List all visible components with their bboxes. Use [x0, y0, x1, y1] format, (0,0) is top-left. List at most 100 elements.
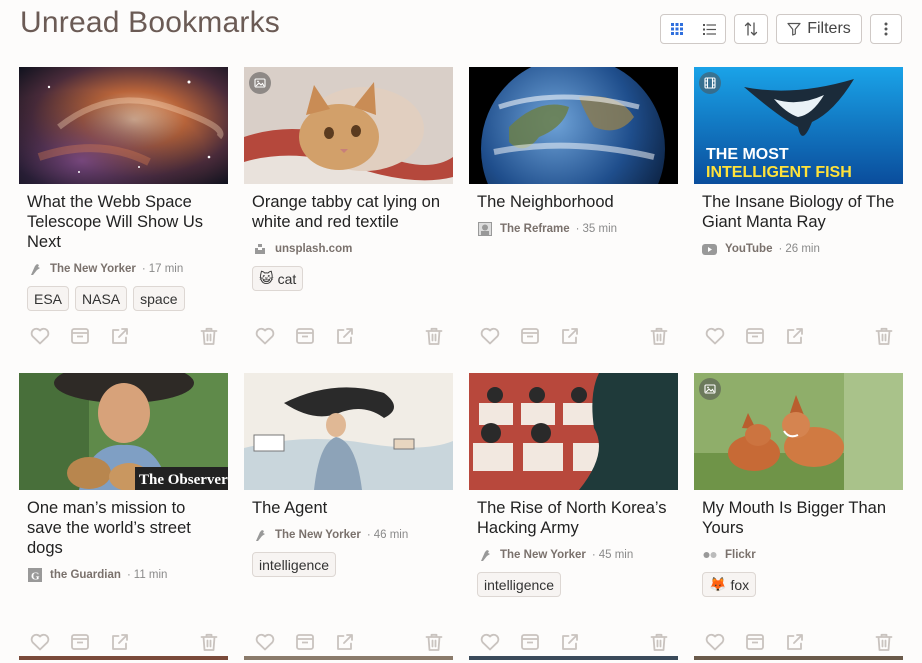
agent-illustration-image — [244, 373, 453, 490]
open-link-button[interactable] — [109, 631, 131, 653]
archive-button[interactable] — [294, 631, 316, 653]
tag-esa[interactable]: ESA — [27, 286, 70, 311]
delete-button[interactable] — [873, 631, 895, 653]
thumb-text-line-2: INTELLIGENT FISH — [706, 164, 852, 181]
card-source[interactable]: the Guardian — [50, 569, 121, 581]
delete-button[interactable] — [873, 325, 895, 347]
card-source[interactable]: The New Yorker — [500, 549, 586, 561]
page-header: Unread Bookmarks Filters — [20, 6, 905, 46]
card-actions — [702, 325, 897, 347]
card-actions — [252, 631, 447, 653]
manta-ray-image: THE MOST INTELLIGENT FISH — [694, 67, 903, 184]
favorite-button[interactable] — [254, 325, 276, 347]
archive-button[interactable] — [744, 631, 766, 653]
card-source[interactable]: The New Yorker — [275, 529, 361, 541]
archive-button[interactable] — [69, 325, 91, 347]
card-title[interactable]: The Insane Biology of The Giant Manta Ra… — [702, 192, 897, 232]
delete-button[interactable] — [648, 631, 670, 653]
favorite-button[interactable] — [254, 631, 276, 653]
card-title[interactable]: What the Webb Space Telescope Will Show … — [27, 192, 222, 252]
card-tags: ESA NASA space — [27, 286, 185, 311]
archive-icon — [744, 325, 766, 347]
youtube-favicon — [702, 242, 717, 257]
card-source[interactable]: The New Yorker — [50, 263, 136, 275]
card-actions — [27, 631, 222, 653]
favorite-button[interactable] — [29, 325, 51, 347]
archive-button[interactable] — [69, 631, 91, 653]
more-options-button[interactable] — [870, 14, 902, 44]
tag-intelligence[interactable]: intelligence — [477, 572, 562, 597]
heart-icon — [704, 325, 726, 347]
card-source[interactable]: YouTube — [725, 243, 772, 255]
archive-button[interactable] — [294, 325, 316, 347]
bookmark-card[interactable]: The Neighborhood The Reframe · 35 min — [469, 67, 678, 357]
delete-button[interactable] — [423, 631, 445, 653]
favorite-button[interactable] — [704, 325, 726, 347]
card-title[interactable]: The Neighborhood — [477, 192, 672, 212]
open-link-button[interactable] — [334, 325, 356, 347]
bookmark-card[interactable]: The Observer One man’s mission to save t… — [19, 373, 228, 663]
favorite-button[interactable] — [479, 325, 501, 347]
bookmark-card[interactable]: My Mouth Is Bigger Than Yours Flickr 🦊 fo… — [694, 373, 903, 663]
earth-image — [469, 67, 678, 184]
card-title[interactable]: One man’s mission to save the world’s st… — [27, 498, 222, 558]
delete-button[interactable] — [198, 631, 220, 653]
card-thumbnail[interactable] — [469, 373, 678, 490]
open-link-button[interactable] — [559, 631, 581, 653]
card-title[interactable]: Orange tabby cat lying on white and red … — [252, 192, 447, 232]
nebula-image — [19, 67, 228, 184]
card-meta: The New Yorker · 46 min — [252, 527, 408, 543]
tag-nasa[interactable]: NASA — [75, 286, 128, 311]
favorite-button[interactable] — [29, 631, 51, 653]
archive-icon — [519, 325, 541, 347]
card-source[interactable]: Flickr — [725, 549, 756, 561]
card-thumbnail[interactable] — [244, 373, 453, 490]
tag-space[interactable]: space — [133, 286, 185, 311]
archive-button[interactable] — [519, 631, 541, 653]
bookmark-card[interactable]: THE MOST INTELLIGENT FISH The Insane Bio… — [694, 67, 903, 357]
favorite-button[interactable] — [704, 631, 726, 653]
external-link-icon — [109, 631, 131, 653]
trash-icon — [648, 325, 670, 347]
open-link-button[interactable] — [109, 325, 131, 347]
bookmark-card[interactable]: The Agent The New Yorker · 46 min intell… — [244, 373, 453, 663]
card-thumbnail[interactable] — [469, 67, 678, 184]
hacking-army-illustration-image — [469, 373, 678, 490]
list-view-button[interactable] — [693, 15, 725, 43]
card-thumbnail[interactable]: The Observer — [19, 373, 228, 490]
tag-cat[interactable]: 😺 cat — [252, 266, 304, 291]
bookmark-card[interactable]: The Rise of North Korea’s Hacking Army T… — [469, 373, 678, 663]
open-link-button[interactable] — [784, 325, 806, 347]
archive-icon — [69, 325, 91, 347]
delete-button[interactable] — [648, 325, 670, 347]
card-source[interactable]: unsplash.com — [275, 243, 352, 255]
card-thumbnail[interactable] — [694, 373, 903, 490]
delete-button[interactable] — [423, 325, 445, 347]
card-title[interactable]: The Rise of North Korea’s Hacking Army — [477, 498, 672, 538]
svg-text:G: G — [31, 571, 40, 583]
card-title[interactable]: My Mouth Is Bigger Than Yours — [702, 498, 897, 538]
bookmark-card[interactable]: Orange tabby cat lying on white and red … — [244, 67, 453, 357]
favorite-button[interactable] — [479, 631, 501, 653]
tag-intelligence[interactable]: intelligence — [252, 552, 337, 577]
open-link-button[interactable] — [334, 631, 356, 653]
card-thumbnail[interactable] — [244, 67, 453, 184]
filters-button[interactable]: Filters — [776, 14, 862, 44]
sort-button[interactable] — [734, 14, 768, 44]
card-meta: Flickr — [702, 547, 756, 563]
open-link-button[interactable] — [784, 631, 806, 653]
archive-button[interactable] — [744, 325, 766, 347]
grid-view-button[interactable] — [661, 15, 693, 43]
card-title[interactable]: The Agent — [252, 498, 447, 518]
card-meta: G the Guardian · 11 min — [27, 567, 167, 583]
delete-button[interactable] — [198, 325, 220, 347]
tag-fox[interactable]: 🦊 fox — [702, 572, 757, 597]
card-source[interactable]: The Reframe — [500, 223, 570, 235]
archive-button[interactable] — [519, 325, 541, 347]
video-type-badge — [699, 72, 721, 94]
card-thumbnail[interactable]: THE MOST INTELLIGENT FISH — [694, 67, 903, 184]
card-thumbnail[interactable] — [19, 67, 228, 184]
bookmark-card[interactable]: What the Webb Space Telescope Will Show … — [19, 67, 228, 357]
open-link-button[interactable] — [559, 325, 581, 347]
heart-icon — [479, 631, 501, 653]
